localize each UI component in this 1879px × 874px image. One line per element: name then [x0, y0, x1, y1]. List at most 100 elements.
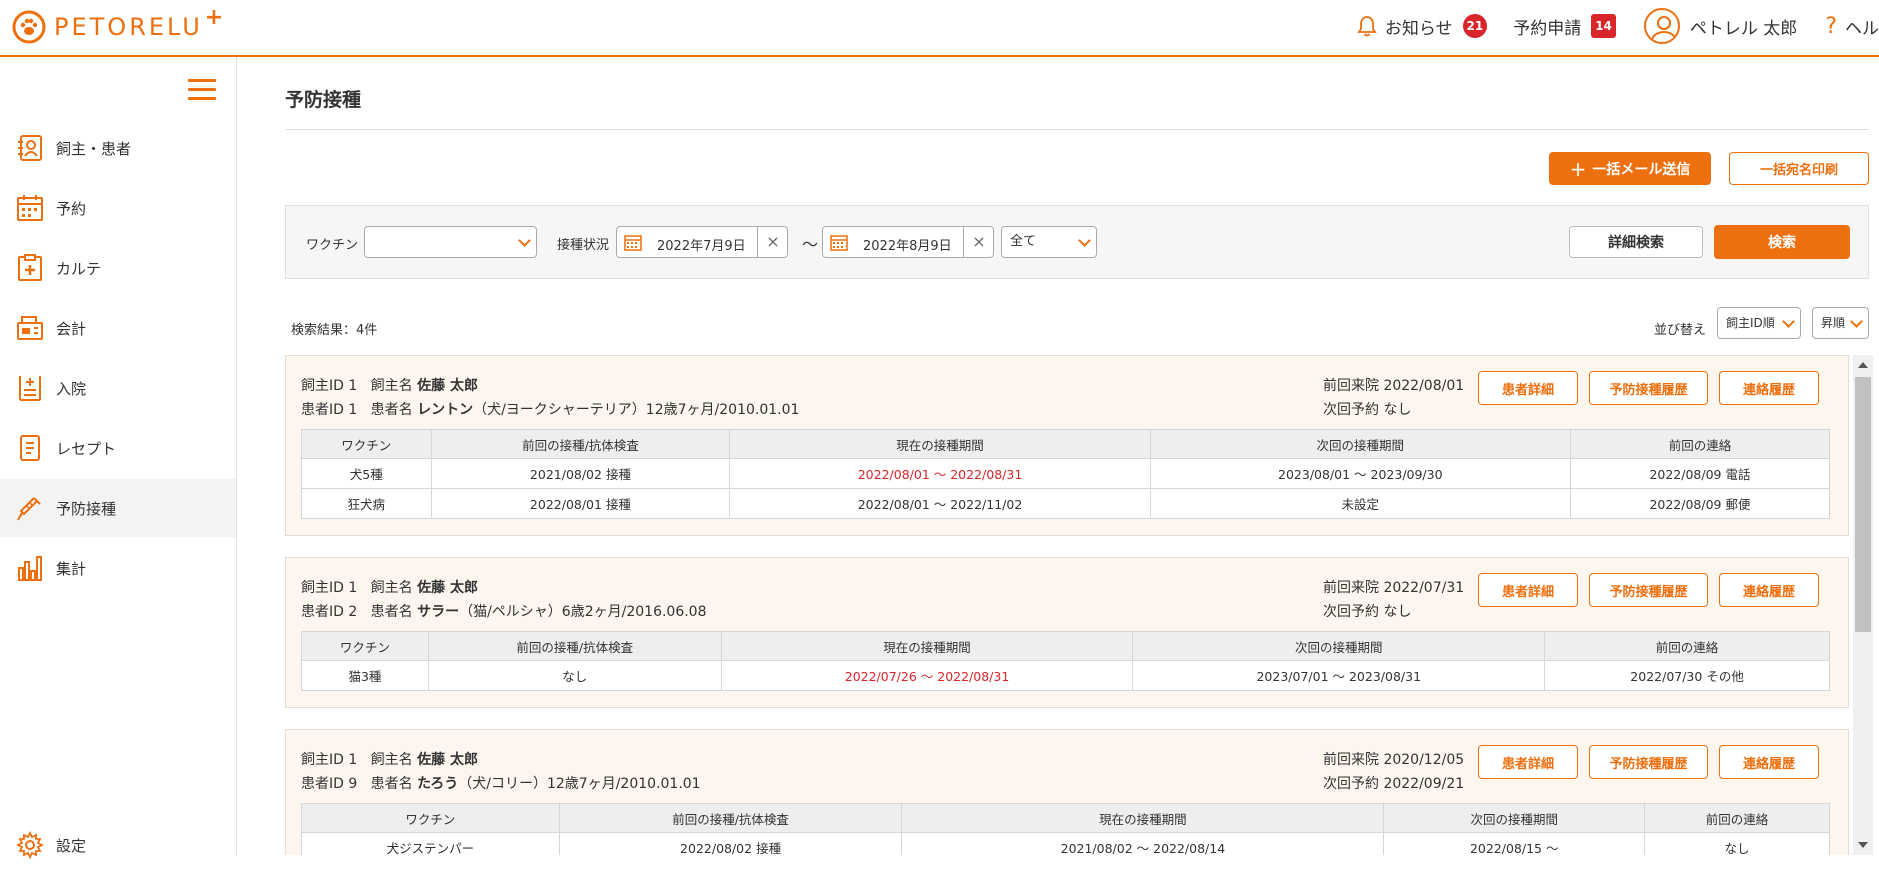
header-actions: お知らせ 21 予約申請 14 ペトレル 太郎 ? ヘル	[1343, 8, 1879, 44]
date-from-value: 2022年7月9日	[657, 239, 746, 254]
table-cell: 2022/08/09 電話	[1569, 458, 1831, 489]
date-from-field[interactable]: 2022年7月9日 ×	[616, 226, 788, 258]
sidebar-item-label: 飼主・患者	[56, 139, 132, 158]
sort-label: 並び替え	[1654, 323, 1707, 338]
table-cell: 2022/07/26 〜 2022/08/31	[720, 660, 1134, 691]
user-menu[interactable]: ペトレル 太郎	[1643, 8, 1798, 44]
logo[interactable]: PETORELU +	[12, 5, 223, 45]
patient-line: 患者ID 9 患者名 たろう（犬/コリー）12歳7ヶ月/2010.01.01	[301, 773, 701, 793]
table-cell: 2022/07/30 その他	[1544, 660, 1830, 691]
patient-name-label: 患者名	[370, 604, 413, 620]
status-select[interactable]: 全て	[1001, 226, 1097, 258]
patient-info: （猫/ペルシャ）6歳2ヶ月/2016.06.08	[459, 604, 707, 620]
patient-detail-button[interactable]: 患者詳細	[1478, 573, 1578, 607]
contact-history-button[interactable]: 連絡履歴	[1719, 573, 1819, 607]
column-header: 前回の連絡	[1569, 429, 1831, 459]
help-link[interactable]: ? ヘル	[1825, 14, 1879, 39]
sidebar-item-receipt[interactable]: レセプト	[0, 419, 236, 477]
vaccine-filter-label: ワクチン	[306, 238, 359, 253]
chevron-down-icon	[518, 234, 531, 247]
bar-chart-icon	[16, 553, 44, 583]
patient-info: （犬/コリー）12歳7ヶ月/2010.01.01	[458, 776, 701, 792]
patient-card: 飼主ID 1 飼主名 佐藤 太郎 患者ID 9 患者名 たろう（犬/コリー）12…	[285, 729, 1849, 855]
table-cell: 2022/08/01 〜 2022/11/02	[729, 488, 1151, 519]
column-header: 前回の接種/抗体検査	[558, 803, 903, 833]
table-cell: 2023/08/01 〜 2023/09/30	[1149, 458, 1571, 489]
patient-card: 飼主ID 1 飼主名 佐藤 太郎 患者ID 2 患者名 サラー（猫/ペルシャ）6…	[285, 557, 1849, 708]
vaccination-history-label: 予防接種履歴	[1609, 756, 1688, 772]
sidebar-item-vaccination[interactable]: 予防接種	[0, 479, 236, 537]
user-name: ペトレル 太郎	[1689, 18, 1798, 39]
table-row: 犬ジステンパー 2022/08/02 接種 2021/08/02 〜 2022/…	[301, 832, 1830, 855]
contact-history-button[interactable]: 連絡履歴	[1719, 371, 1819, 405]
request-link[interactable]: 予約申請 14	[1513, 14, 1616, 39]
patient-detail-label: 患者詳細	[1501, 584, 1554, 600]
sidebar-item-owner-patient[interactable]: 飼主・患者	[0, 119, 236, 177]
medical-record-icon	[16, 253, 44, 283]
table-cell: 2022/08/02 接種	[558, 832, 903, 855]
sidebar-item-accounting[interactable]: 会計	[0, 299, 236, 357]
patient-detail-button[interactable]: 患者詳細	[1478, 745, 1578, 779]
chevron-down-icon	[1782, 315, 1795, 328]
table-row: 猫3種 なし 2022/07/26 〜 2022/08/31 2023/07/0…	[301, 660, 1830, 691]
patient-id: 患者ID 2	[301, 604, 358, 620]
owner-id: 飼主ID 1	[301, 752, 358, 768]
date-to-value: 2022年8月9日	[863, 239, 952, 254]
owner-name: 佐藤 太郎	[417, 752, 478, 768]
next-reservation: 次回予約 なし	[1323, 402, 1412, 418]
scroll-down-icon[interactable]	[1858, 842, 1868, 848]
range-separator: 〜	[802, 235, 819, 254]
patient-detail-label: 患者詳細	[1501, 756, 1554, 772]
logo-text: PETORELU	[54, 13, 203, 41]
bulk-print-button[interactable]: 一括宛名印刷	[1729, 152, 1869, 185]
sidebar-item-settings[interactable]: 設定	[0, 816, 236, 874]
date-to-field[interactable]: 2022年8月9日 ×	[822, 226, 994, 258]
bulk-mail-label: 一括メール送信	[1592, 161, 1691, 178]
calendar-icon	[16, 193, 44, 223]
owner-name: 佐藤 太郎	[417, 580, 478, 596]
vaccine-select[interactable]	[364, 226, 537, 258]
hamburger-menu-icon[interactable]	[188, 79, 216, 101]
scroll-up-icon[interactable]	[1858, 362, 1868, 368]
patient-detail-label: 患者詳細	[1501, 382, 1554, 398]
scroll-thumb[interactable]	[1855, 377, 1871, 632]
column-header: 前回の連絡	[1544, 631, 1830, 661]
table-row: 狂犬病 2022/08/01 接種 2022/08/01 〜 2022/11/0…	[301, 488, 1831, 519]
owner-name-label: 飼主名	[370, 752, 413, 768]
avatar-icon	[1643, 8, 1680, 44]
vaccine-table: ワクチン 前回の接種/抗体検査 現在の接種期間 次回の接種期間 前回の連絡 犬ジ…	[301, 803, 1830, 855]
close-icon[interactable]: ×	[963, 227, 994, 257]
close-icon[interactable]: ×	[757, 227, 788, 257]
patient-detail-button[interactable]: 患者詳細	[1478, 371, 1578, 405]
sidebar-item-chart[interactable]: カルテ	[0, 239, 236, 297]
column-header: 現在の接種期間	[729, 429, 1151, 459]
sort-order-select[interactable]: 昇順	[1812, 307, 1869, 339]
sidebar-item-hospitalization[interactable]: 入院	[0, 359, 236, 417]
contact-history-label: 連絡履歴	[1742, 382, 1795, 398]
sidebar-item-reservation[interactable]: 予約	[0, 179, 236, 237]
results-scrollbar[interactable]	[1853, 355, 1873, 855]
bulk-mail-button[interactable]: + 一括メール送信	[1549, 152, 1711, 185]
request-label: 予約申請	[1513, 18, 1582, 39]
contact-history-button[interactable]: 連絡履歴	[1719, 745, 1819, 779]
vaccination-history-button[interactable]: 予防接種履歴	[1589, 573, 1708, 607]
sort-field-select[interactable]: 飼主ID順	[1717, 307, 1801, 339]
vaccination-history-button[interactable]: 予防接種履歴	[1589, 745, 1708, 779]
detail-search-button[interactable]: 詳細検索	[1569, 226, 1703, 258]
vaccination-history-button[interactable]: 予防接種履歴	[1589, 371, 1708, 405]
sidebar-item-label: 入院	[56, 379, 87, 398]
title-divider	[285, 129, 1869, 130]
table-cell: 2022/08/15 〜	[1383, 832, 1646, 855]
owner-line: 飼主ID 1 飼主名 佐藤 太郎	[301, 749, 478, 769]
table-cell: 2023/07/01 〜 2023/08/31	[1132, 660, 1546, 691]
help-label: ヘル	[1845, 18, 1879, 39]
column-header: ワクチン	[301, 429, 432, 459]
calendar-icon	[624, 235, 642, 251]
sort-order-value: 昇順	[1821, 316, 1846, 330]
column-header: 現在の接種期間	[901, 803, 1385, 833]
last-visit: 前回来院 2022/08/01	[1323, 378, 1465, 394]
notice-link[interactable]: お知らせ 21	[1357, 14, 1488, 39]
search-button[interactable]: 検索	[1714, 225, 1850, 259]
sidebar-item-summary[interactable]: 集計	[0, 539, 236, 597]
chevron-down-icon	[1850, 315, 1863, 328]
